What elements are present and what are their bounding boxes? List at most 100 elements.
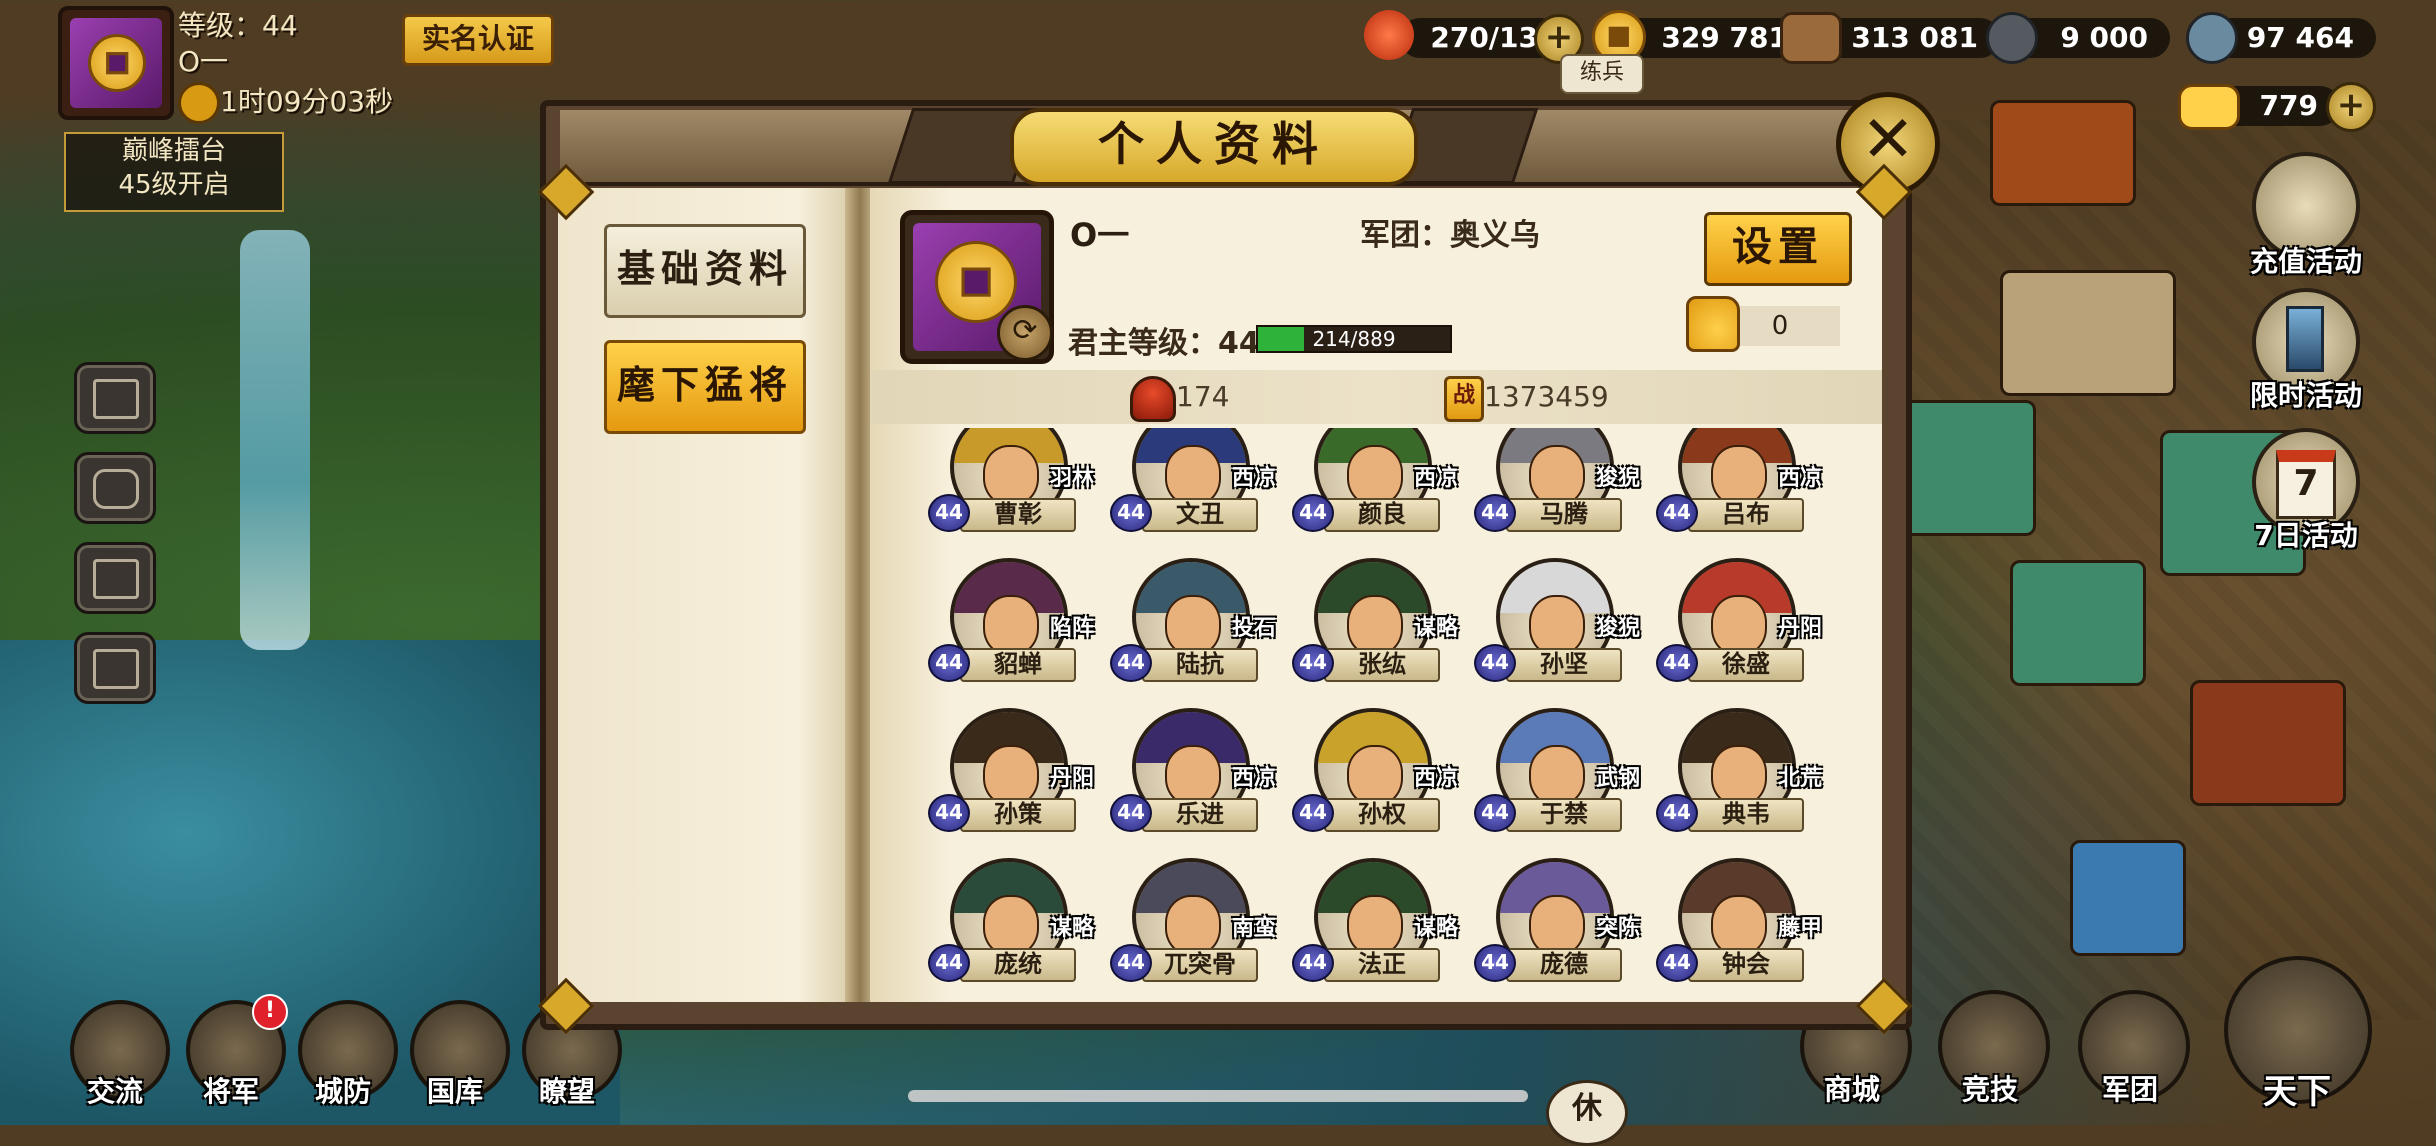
hero-card[interactable]: 谋略 法正 44 bbox=[1292, 858, 1472, 988]
hero-card[interactable]: 武钢 于禁 44 bbox=[1474, 708, 1654, 838]
hero-faction-tag: 谋略 bbox=[1413, 916, 1458, 941]
hero-faction-tag: 藤甲 bbox=[1777, 916, 1822, 941]
hero-name: 乐进 bbox=[1142, 798, 1258, 832]
building-shrine[interactable] bbox=[2070, 840, 2186, 956]
arena-line-1: 巅峰擂台 bbox=[121, 136, 226, 166]
player-timer: 1时09分03秒 bbox=[220, 85, 394, 118]
hero-face bbox=[1710, 445, 1768, 507]
hero-face bbox=[1346, 595, 1404, 657]
hero-level-badge: 44 bbox=[1292, 794, 1334, 832]
hero-level-badge: 44 bbox=[1110, 644, 1152, 682]
chat-label: 交流 bbox=[86, 1075, 143, 1108]
hero-faction-tag: 狻猊 bbox=[1595, 466, 1640, 491]
world-label: 天下 bbox=[2263, 1072, 2331, 1112]
mail-button[interactable] bbox=[74, 362, 156, 434]
hero-card[interactable]: 狻猊 马腾 44 bbox=[1474, 428, 1654, 538]
home-indicator[interactable] bbox=[908, 1090, 1528, 1102]
hero-faction-tag: 狻猊 bbox=[1595, 616, 1640, 641]
hero-face bbox=[982, 595, 1040, 657]
alert-badge-icon: ! bbox=[252, 994, 288, 1030]
hero-card[interactable]: 羽林 曹彰 44 bbox=[928, 428, 1108, 538]
training-label[interactable]: 练兵 bbox=[1560, 54, 1644, 94]
vip-badge-icon bbox=[178, 82, 220, 124]
xp-text: 214/889 bbox=[1312, 327, 1396, 351]
hero-card[interactable]: 西凉 乐进 44 bbox=[1110, 708, 1290, 838]
thumbs-up-icon[interactable] bbox=[1686, 296, 1740, 352]
profile-avatar[interactable]: ⟳ bbox=[900, 210, 1054, 364]
arena-notice[interactable]: 巅峰擂台 45级开启 bbox=[64, 132, 284, 212]
hero-faction-tag: 南蛮 bbox=[1231, 916, 1276, 941]
hero-card[interactable]: 西凉 孙权 44 bbox=[1292, 708, 1472, 838]
rest-bubble[interactable]: 休 bbox=[1546, 1080, 1628, 1146]
hero-name: 徐盛 bbox=[1688, 648, 1804, 682]
hero-card[interactable]: 谋略 庞统 44 bbox=[928, 858, 1108, 988]
building-tower[interactable] bbox=[1900, 400, 2036, 536]
hero-name: 文丑 bbox=[1142, 498, 1258, 532]
hero-level-badge: 44 bbox=[1474, 944, 1516, 982]
hero-face bbox=[1164, 745, 1222, 807]
hero-faction-tag: 西凉 bbox=[1413, 766, 1458, 791]
calendar-button[interactable] bbox=[74, 542, 156, 614]
recharge-event-label: 充值活动 bbox=[2249, 245, 2362, 278]
tab-generals[interactable]: 麾下猛将 bbox=[604, 340, 806, 434]
hero-face bbox=[1528, 595, 1586, 657]
defense-label: 城防 bbox=[314, 1075, 371, 1108]
hero-card[interactable]: 狻猊孙坚 44 bbox=[1474, 558, 1654, 688]
hero-level-badge: 44 bbox=[1474, 644, 1516, 682]
hero-level-badge: 44 bbox=[1110, 794, 1152, 832]
iron-ore-icon bbox=[1986, 12, 2038, 64]
add-ingot-button[interactable]: + bbox=[2326, 82, 2376, 132]
hero-card[interactable]: 陷阵 貂蝉 44 bbox=[928, 558, 1108, 688]
player-avatar[interactable] bbox=[58, 6, 174, 120]
lord-level: 君主等级：44 bbox=[1068, 326, 1260, 361]
player-name: O一 bbox=[178, 45, 229, 78]
hero-name: 吕布 bbox=[1688, 498, 1804, 532]
hero-level-badge: 44 bbox=[1292, 944, 1334, 982]
hero-faction-tag: 投石 bbox=[1231, 616, 1276, 641]
hero-face bbox=[1710, 595, 1768, 657]
arena-label: 竞技 bbox=[1961, 1073, 2018, 1106]
hero-card[interactable]: 谋略 张纮 44 bbox=[1292, 558, 1472, 688]
hero-card[interactable]: 投石 陆抗 44 bbox=[1110, 558, 1290, 688]
arena-line-2: 45级开启 bbox=[118, 170, 230, 200]
hero-face bbox=[1528, 895, 1586, 957]
hero-level-badge: 44 bbox=[1474, 794, 1516, 832]
hero-card[interactable]: 丹阳 孙策 44 bbox=[928, 708, 1108, 838]
hero-level-badge: 44 bbox=[1474, 494, 1516, 532]
hero-level-badge: 44 bbox=[1656, 944, 1698, 982]
building-house[interactable] bbox=[2010, 560, 2146, 686]
hero-card[interactable]: 丹阳 徐盛 44 bbox=[1656, 558, 1828, 688]
change-avatar-icon[interactable]: ⟳ bbox=[997, 305, 1053, 361]
scroll-button[interactable] bbox=[74, 452, 156, 524]
hero-name: 庞德 bbox=[1506, 948, 1622, 982]
hero-name: 貂蝉 bbox=[960, 648, 1076, 682]
building-temple[interactable] bbox=[2190, 680, 2346, 806]
hero-card[interactable]: 突陈 庞德 44 bbox=[1474, 858, 1654, 988]
hero-name: 张纮 bbox=[1324, 648, 1440, 682]
profile-name: O一 bbox=[1070, 216, 1130, 254]
hero-level-badge: 44 bbox=[1656, 494, 1698, 532]
hero-card[interactable]: 西凉 颜良 44 bbox=[1292, 428, 1472, 538]
stamina-icon bbox=[1364, 10, 1414, 60]
hero-card[interactable]: 西凉 文丑 44 bbox=[1110, 428, 1290, 538]
building-palace[interactable] bbox=[1990, 100, 2136, 206]
limited-event-label: 限时活动 bbox=[2249, 379, 2362, 412]
envelope-icon bbox=[93, 379, 139, 419]
notice-icon bbox=[93, 649, 139, 689]
hero-card[interactable]: 藤甲 钟会 44 bbox=[1656, 858, 1828, 988]
hero-name: 曹彰 bbox=[960, 498, 1076, 532]
hero-level-badge: 44 bbox=[928, 794, 970, 832]
hero-name: 孙坚 bbox=[1506, 648, 1622, 682]
realname-button[interactable]: 实名认证 bbox=[402, 14, 554, 66]
tab-basic-info[interactable]: 基础资料 bbox=[604, 224, 806, 318]
hero-level-badge: 44 bbox=[928, 644, 970, 682]
building-camp[interactable] bbox=[2000, 270, 2176, 396]
hero-face bbox=[982, 445, 1040, 507]
hero-card[interactable]: 北荒 典韦 44 bbox=[1656, 708, 1828, 838]
hero-count: 174 bbox=[1176, 380, 1230, 413]
hero-card[interactable]: 西凉 吕布 44 bbox=[1656, 428, 1828, 538]
notice-button[interactable] bbox=[74, 632, 156, 704]
settings-button[interactable]: 设置 bbox=[1704, 212, 1852, 286]
hero-card[interactable]: 南蛮 兀突骨 44 bbox=[1110, 858, 1290, 988]
hero-level-badge: 44 bbox=[928, 494, 970, 532]
